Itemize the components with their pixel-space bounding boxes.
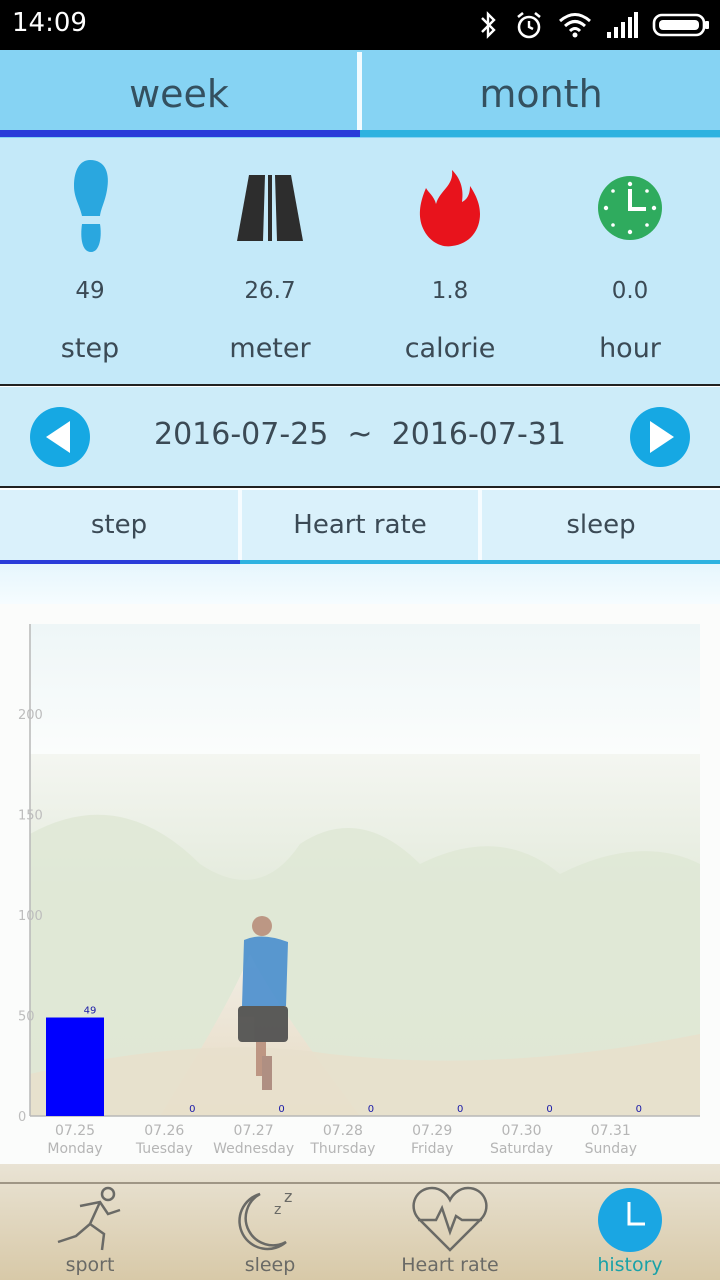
status-icons [478, 8, 710, 42]
x-tick-date: 07.30 [501, 1123, 541, 1139]
background-photo [30, 624, 700, 1116]
x-tick-date: 07.31 [591, 1123, 631, 1139]
history-clock-icon [540, 1184, 720, 1254]
bar-value-label: 0 [189, 1104, 195, 1115]
bar-value-label: 0 [368, 1104, 374, 1115]
x-axis-labels: 07.25 Monday 07.26 Tuesday 07.27 Wednesday 07.… [47, 1123, 637, 1157]
tab-sleep[interactable]: sleep [482, 490, 720, 560]
x-tick-weekday: Wednesday [213, 1141, 294, 1157]
bar-value-label: 0 [636, 1104, 642, 1115]
footprint-icon [0, 158, 180, 258]
date-range-label: 2016-07-25 ~ 2016-07-31 [154, 417, 566, 452]
nav-label: sleep [244, 1254, 296, 1276]
y-tick-label: 200 [18, 708, 43, 723]
bar-value-label: 0 [457, 1104, 463, 1115]
spacer [0, 564, 720, 604]
arrow-right-icon [650, 421, 674, 453]
status-time: 14:09 [12, 8, 87, 38]
stat-value: 1.8 [431, 278, 469, 304]
period-tabs: week month [0, 50, 720, 138]
x-tick-weekday: Monday [47, 1141, 102, 1157]
bar-value-label: 0 [546, 1104, 552, 1115]
wifi-icon [559, 13, 591, 38]
stat-label: step [60, 333, 120, 364]
runner-icon [0, 1184, 180, 1254]
tab-step[interactable]: step [0, 490, 238, 560]
x-tick-weekday: Sunday [585, 1141, 637, 1157]
step-chart: 0 50 100 150 200 49 0 0 0 0 0 0 07.25 Monday 07.26 Tu… [0, 604, 720, 1164]
svg-text:z: z [284, 1187, 292, 1206]
clock-icon [540, 158, 720, 258]
bar-07.25 [46, 1017, 104, 1116]
tab-week[interactable]: week [0, 50, 358, 138]
x-tick-date: 07.27 [234, 1123, 274, 1139]
next-week-button[interactable] [630, 407, 690, 467]
signal-icon [607, 12, 638, 38]
previous-week-button[interactable] [30, 407, 90, 467]
stat-value: 49 [75, 278, 105, 304]
heart-pulse-icon [360, 1184, 540, 1254]
tab-heart-rate[interactable]: Heart rate [242, 490, 478, 560]
tab-month-indicator [360, 130, 720, 137]
stat-value: 0.0 [611, 278, 649, 304]
stat-value: 26.7 [244, 278, 296, 304]
moon-sleep-icon: z z [180, 1184, 360, 1254]
y-tick-label: 50 [18, 1010, 35, 1025]
x-tick-date: 07.25 [55, 1123, 95, 1139]
metric-tabs: step Heart rate sleep [0, 490, 720, 564]
step-bar-chart: 0 50 100 150 200 49 0 0 0 0 0 0 07.25 Monday 07.26 Tu… [18, 624, 700, 1157]
y-tick-label: 100 [18, 909, 43, 924]
nav-heart-rate[interactable]: Heart rate [360, 1184, 540, 1280]
y-tick-label: 0 [18, 1110, 26, 1125]
stat-label: calorie [404, 333, 496, 364]
x-tick-weekday: Thursday [309, 1141, 375, 1157]
nav-label: sport [65, 1254, 115, 1276]
battery-icon [652, 13, 709, 37]
bar-value-label: 0 [278, 1104, 284, 1115]
stat-distance: 26.7 meter [180, 138, 360, 386]
x-tick-weekday: Friday [411, 1141, 453, 1157]
nav-label: Heart rate [401, 1254, 499, 1276]
status-bar: 14:09 [0, 0, 720, 50]
bar-value-label: 49 [84, 1006, 97, 1017]
bottom-navigation: sport z z sleep Heart rate history [0, 1164, 720, 1280]
x-tick-date: 07.28 [323, 1123, 363, 1139]
arrow-left-icon [46, 421, 70, 453]
road-icon [180, 158, 360, 258]
tab-month[interactable]: month [362, 50, 720, 138]
stat-calories: 1.8 calorie [360, 138, 540, 386]
tab-week-indicator [0, 130, 360, 137]
y-tick-label: 150 [18, 809, 43, 824]
stats-panel: 49 step 26.7 meter 1.8 calorie 0.0 hour [0, 138, 720, 386]
date-range-row: 2016-07-25 ~ 2016-07-31 [0, 387, 720, 488]
stat-label: meter [229, 333, 311, 364]
nav-sport[interactable]: sport [0, 1184, 180, 1280]
bluetooth-icon [481, 11, 496, 39]
alarm-icon [517, 11, 541, 39]
nav-history[interactable]: history [540, 1184, 720, 1280]
stat-hours: 0.0 hour [540, 138, 720, 386]
stat-steps: 49 step [0, 138, 180, 386]
x-tick-weekday: Tuesday [135, 1141, 193, 1157]
svg-text:z: z [274, 1202, 281, 1218]
nav-sleep[interactable]: z z sleep [180, 1184, 360, 1280]
stat-label: hour [599, 333, 661, 364]
flame-icon [360, 158, 540, 258]
x-tick-date: 07.29 [412, 1123, 452, 1139]
x-tick-date: 07.26 [144, 1123, 184, 1139]
x-tick-weekday: Saturday [490, 1141, 553, 1157]
nav-label: history [597, 1254, 663, 1276]
